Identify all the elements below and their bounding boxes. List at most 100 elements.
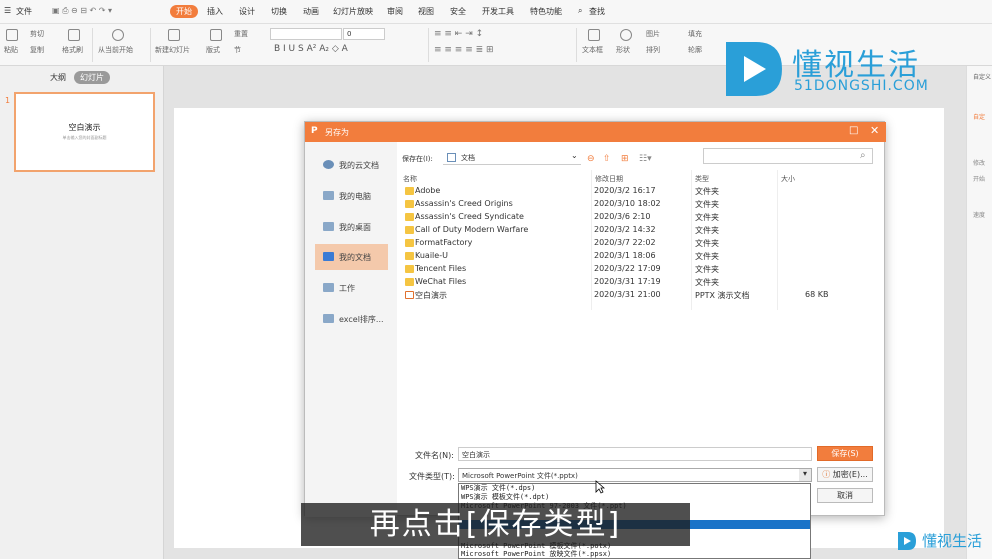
tab-view[interactable]: 视图 <box>418 6 434 17</box>
slide-number: 1 <box>5 96 11 105</box>
tab-slideshow[interactable]: 幻灯片放映 <box>333 6 373 17</box>
quick-access-icons[interactable]: ▣ ⎙ ⊖ ⊟ ↶ ↷ ▾ <box>52 6 112 16</box>
text-format-icons[interactable]: B I U S A² A₂ ◇ A <box>274 44 348 54</box>
play-logo-icon <box>726 42 782 96</box>
file-row[interactable]: Call of Duty Modern Warfare 2020/3/2 14:3… <box>401 224 881 237</box>
play-from-current-button[interactable]: 从当前开始 <box>98 45 133 55</box>
tab-home[interactable]: 开始 <box>170 5 198 18</box>
filename-input[interactable]: 空白演示 <box>458 447 812 461</box>
sidebar-item-my-computer[interactable]: 我的电脑 <box>315 183 388 209</box>
fill-button[interactable]: 填充 <box>688 29 702 39</box>
paragraph-icons[interactable]: ≡ ≡ ⇤ ⇥ ↕ <box>434 29 483 39</box>
info-icon: ⓘ <box>822 470 831 479</box>
new-folder-icon[interactable]: ⊞ <box>621 154 629 164</box>
cancel-button[interactable]: 取消 <box>817 488 873 503</box>
wps-logo-icon: P <box>311 126 318 136</box>
column-size[interactable]: 大小 <box>781 174 795 184</box>
align-icons[interactable]: ≡ ≡ ≡ ≡ ≣ ⊞ <box>434 45 494 55</box>
brand-url: 51DONGSHI.COM <box>794 78 929 94</box>
font-family-select[interactable] <box>270 28 342 40</box>
filetype-option[interactable]: WPS演示 模板文件(*.dpt) <box>459 493 810 502</box>
tab-review[interactable]: 审阅 <box>387 6 403 17</box>
cut-button[interactable]: 剪切 <box>30 29 44 39</box>
sidebar-item-cloud-docs[interactable]: 我的云文档 <box>315 152 388 178</box>
tab-security[interactable]: 安全 <box>450 6 466 17</box>
sidebar-item-work[interactable]: 工作 <box>315 275 388 301</box>
folder-icon <box>405 278 414 286</box>
file-row[interactable]: Adobe 2020/3/2 16:17 文件夹 <box>401 185 881 198</box>
shape-icon[interactable] <box>620 29 632 41</box>
tab-features[interactable]: 特色功能 <box>530 6 562 17</box>
slide-thumbnail[interactable]: 空白演示 单击输入您的封面副标题 <box>14 92 155 172</box>
picture-button[interactable]: 图片 <box>646 29 660 39</box>
text-box-button[interactable]: 文本框 <box>582 45 603 55</box>
search-icon[interactable]: ⌕ <box>578 6 582 16</box>
tab-animation[interactable]: 动画 <box>303 6 319 17</box>
text-box-icon[interactable] <box>588 29 600 41</box>
copy-button[interactable]: 复制 <box>30 45 44 55</box>
outline-button[interactable]: 轮廓 <box>688 45 702 55</box>
up-folder-icon[interactable]: ⇧ <box>603 154 611 164</box>
search-input[interactable]: ⌕ <box>703 148 873 164</box>
new-slide-icon[interactable] <box>168 29 180 41</box>
file-row[interactable]: Assassin's Creed Syndicate 2020/3/6 2:10 文… <box>401 211 881 224</box>
file-row[interactable]: 空白演示 2020/3/31 21:00 PPTX 演示文档 68 KB <box>401 289 881 302</box>
hamburger-icon[interactable]: ☰ <box>4 6 11 15</box>
sidebar-item-my-documents[interactable]: 我的文档 <box>315 244 388 270</box>
file-row[interactable]: Assassin's Creed Origins 2020/3/10 18:02 文… <box>401 198 881 211</box>
section-button[interactable]: 节 <box>234 45 241 55</box>
folder-icon <box>405 213 414 221</box>
play-icon[interactable] <box>112 29 124 41</box>
reset-button[interactable]: 重置 <box>234 29 248 39</box>
sidebar-item-desktop[interactable]: 我的桌面 <box>315 214 388 240</box>
folder-icon <box>405 226 414 234</box>
cloud-icon <box>323 160 334 169</box>
sidebar-item-excel-sort[interactable]: excel排序... <box>315 306 388 332</box>
filetype-label: 文件类型(T): <box>409 472 455 481</box>
layout-button[interactable]: 版式 <box>206 45 220 55</box>
search-label[interactable]: 查找 <box>589 6 605 17</box>
close-icon[interactable]: ✕ <box>870 124 879 137</box>
file-row[interactable]: Kuaile-U 2020/3/1 18:06 文件夹 <box>401 250 881 263</box>
column-name[interactable]: 名称 <box>403 174 417 184</box>
file-row[interactable]: WeChat Files 2020/3/31 17:19 文件夹 <box>401 276 881 289</box>
layout-icon[interactable] <box>210 29 222 41</box>
tab-outline[interactable]: 大纲 <box>44 71 72 84</box>
tab-transition[interactable]: 切换 <box>271 6 287 17</box>
filetype-option[interactable]: WPS演示 文件(*.dps) <box>459 484 810 493</box>
column-modified[interactable]: 修改日期 <box>595 174 623 184</box>
tab-slides[interactable]: 幻灯片 <box>74 71 110 84</box>
ribbon-divider <box>92 28 93 62</box>
task-pane-label[interactable]: 自定 <box>973 112 985 121</box>
arrange-button[interactable]: 排列 <box>646 45 660 55</box>
dialog-sidebar: 我的云文档 我的电脑 我的桌面 我的文档 工作 excel排序... <box>305 142 397 517</box>
column-type[interactable]: 类型 <box>695 174 709 184</box>
save-in-select[interactable]: 文档 ⌄ <box>443 151 581 165</box>
chevron-down-icon[interactable]: ▾ <box>799 469 811 481</box>
filetype-select[interactable]: Microsoft PowerPoint 文件(*.pptx) ▾ <box>458 468 812 482</box>
file-row[interactable]: Tencent Files 2020/3/22 17:09 文件夹 <box>401 263 881 276</box>
paste-button[interactable]: 粘贴 <box>4 45 18 55</box>
filetype-option[interactable]: Microsoft PowerPoint 放映文件(*.ppsx) <box>459 550 810 558</box>
back-icon[interactable]: ⊖ <box>587 154 595 164</box>
format-painter-button[interactable]: 格式刷 <box>62 45 83 55</box>
folder-icon <box>323 314 334 323</box>
tab-insert[interactable]: 插入 <box>207 6 223 17</box>
file-row[interactable]: FormatFactory 2020/3/7 22:02 文件夹 <box>401 237 881 250</box>
ribbon-divider <box>150 28 151 62</box>
tab-developer[interactable]: 开发工具 <box>482 6 514 17</box>
view-menu-icon[interactable]: ☷▾ <box>639 154 652 164</box>
save-button[interactable]: 保存(S) <box>817 446 873 461</box>
maximize-icon[interactable]: □ <box>849 125 858 136</box>
task-pane-label: 开始 <box>973 176 986 183</box>
format-painter-icon[interactable] <box>68 29 80 41</box>
file-menu[interactable]: 文件 <box>16 6 32 17</box>
tab-design[interactable]: 设计 <box>239 6 255 17</box>
paste-icon[interactable] <box>6 29 18 41</box>
shape-button[interactable]: 形状 <box>616 45 630 55</box>
slide-panel: 大纲 幻灯片 1 空白演示 单击输入您的封面副标题 <box>0 66 164 559</box>
encrypt-button[interactable]: ⓘ 加密(E)... <box>817 467 873 482</box>
task-pane-label: 修改 <box>973 160 986 167</box>
font-size-select[interactable]: 0 <box>343 28 385 40</box>
new-slide-button[interactable]: 新建幻灯片 <box>155 45 190 55</box>
